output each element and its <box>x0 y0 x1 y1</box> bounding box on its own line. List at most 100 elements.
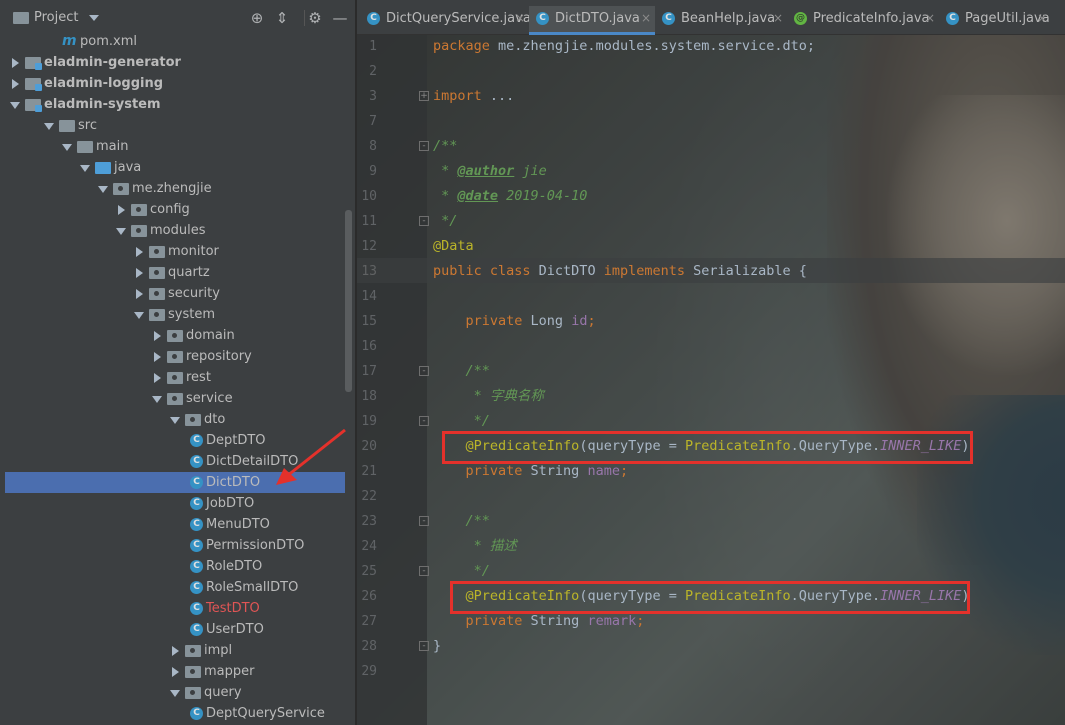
close-icon[interactable]: × <box>641 6 651 31</box>
code-line[interactable]: * @author jie <box>433 159 547 184</box>
collapse-all-icon[interactable]: ⇕ <box>273 9 291 27</box>
chevron-right-icon[interactable] <box>118 205 125 215</box>
code-line[interactable]: private String remark; <box>433 609 645 634</box>
tab-predicateinfo-java[interactable]: @ PredicateInfo.java × <box>787 6 939 35</box>
chevron-down-icon[interactable] <box>89 15 99 21</box>
tree-item-domain[interactable]: domain <box>5 325 345 346</box>
tree-item-dictdto[interactable]: C DictDTO <box>5 472 345 493</box>
code-line[interactable]: * @date 2019-04-10 <box>433 184 587 209</box>
chevron-down-icon[interactable] <box>134 312 144 319</box>
chevron-down-icon[interactable] <box>98 186 108 193</box>
chevron-down-icon[interactable] <box>62 144 72 151</box>
code-editor[interactable]: 123+78-91011-121314151617-1819-20212223-… <box>357 35 1065 725</box>
collapse-fold-icon[interactable]: - <box>419 141 429 151</box>
tab-dictqueryservice-java[interactable]: C DictQueryService.java × <box>360 6 531 35</box>
hide-panel-icon[interactable]: — <box>331 9 349 27</box>
tree-item-testdto[interactable]: C TestDTO <box>5 598 345 619</box>
settings-icon[interactable]: ⚙ <box>306 9 324 27</box>
code-line[interactable]: */ <box>433 209 457 234</box>
tree-item-dto[interactable]: dto <box>5 409 345 430</box>
tree-item-deptqueryservice[interactable]: C DeptQueryService <box>5 703 345 724</box>
tree-item-java[interactable]: java <box>5 157 345 178</box>
collapse-fold-icon[interactable]: - <box>419 516 429 526</box>
chevron-right-icon[interactable] <box>154 373 161 383</box>
chevron-right-icon[interactable] <box>136 247 143 257</box>
chevron-down-icon[interactable] <box>44 123 54 130</box>
code-line[interactable]: */ <box>433 559 490 584</box>
tree-item-query[interactable]: query <box>5 682 345 703</box>
close-icon[interactable]: × <box>1037 6 1047 31</box>
tree-item-security[interactable]: security <box>5 283 345 304</box>
project-view-selector[interactable]: Project <box>34 6 78 30</box>
tab-pageutil-java[interactable]: C PageUtil.java × <box>939 6 1051 35</box>
collapse-fold-icon[interactable]: - <box>419 641 429 651</box>
code-line[interactable]: /** <box>433 359 490 384</box>
tree-item-service[interactable]: service <box>5 388 345 409</box>
chevron-right-icon[interactable] <box>154 331 161 341</box>
code-line[interactable]: } <box>433 634 441 659</box>
tree-item-deptdto[interactable]: C DeptDTO <box>5 430 345 451</box>
tab-beanhelp-java[interactable]: C BeanHelp.java × <box>655 6 787 35</box>
tree-item-roledto[interactable]: C RoleDTO <box>5 556 345 577</box>
close-icon[interactable]: × <box>773 6 783 31</box>
locate-icon[interactable]: ⊕ <box>248 9 266 27</box>
tree-item-system[interactable]: system <box>5 304 345 325</box>
tree-item-rolesmalldto[interactable]: C RoleSmallDTO <box>5 577 345 598</box>
tree-item-repository[interactable]: repository <box>5 346 345 367</box>
chevron-right-icon[interactable] <box>136 289 143 299</box>
tree-item-quartz[interactable]: quartz <box>5 262 345 283</box>
code-line[interactable]: import ... <box>433 84 514 109</box>
tree-item-eladmin-system[interactable]: eladmin-system <box>5 94 345 115</box>
collapse-fold-icon[interactable]: - <box>419 416 429 426</box>
chevron-down-icon[interactable] <box>170 417 180 424</box>
chevron-right-icon[interactable] <box>154 352 161 362</box>
code-line[interactable]: @PredicateInfo(queryType = PredicateInfo… <box>433 434 970 459</box>
tree-item-me-zhengjie[interactable]: me.zhengjie <box>5 178 345 199</box>
close-icon[interactable]: × <box>925 6 935 31</box>
tree-item-userdto[interactable]: C UserDTO <box>5 619 345 640</box>
tree-item-mapper[interactable]: mapper <box>5 661 345 682</box>
chevron-right-icon[interactable] <box>12 58 19 68</box>
code-line[interactable]: /** <box>433 509 490 534</box>
chevron-down-icon[interactable] <box>152 396 162 403</box>
code-line[interactable]: @Data <box>433 234 474 259</box>
line-number-gutter[interactable]: 123+78-91011-121314151617-1819-20212223-… <box>357 35 429 725</box>
chevron-right-icon[interactable] <box>172 667 179 677</box>
chevron-right-icon[interactable] <box>12 79 19 89</box>
tree-item-rest[interactable]: rest <box>5 367 345 388</box>
tab-dictdto-java[interactable]: C DictDTO.java × <box>529 6 655 35</box>
chevron-down-icon[interactable] <box>10 102 20 109</box>
chevron-right-icon[interactable] <box>136 268 143 278</box>
code-line[interactable]: package me.zhengjie.modules.system.servi… <box>433 35 815 59</box>
chevron-down-icon[interactable] <box>170 690 180 697</box>
collapse-fold-icon[interactable]: - <box>419 566 429 576</box>
code-line[interactable]: private String name; <box>433 459 629 484</box>
code-line[interactable]: * 字典名称 <box>433 384 544 409</box>
tree-item-pom-xml[interactable]: m pom.xml <box>5 31 345 52</box>
tree-item-permissiondto[interactable]: C PermissionDTO <box>5 535 345 556</box>
tree-item-jobdto[interactable]: C JobDTO <box>5 493 345 514</box>
code-line[interactable]: * 描述 <box>433 534 517 559</box>
expand-fold-icon[interactable]: + <box>419 91 429 101</box>
tree-item-main[interactable]: main <box>5 136 345 157</box>
code-line[interactable]: /** <box>433 134 457 159</box>
code-line[interactable]: @PredicateInfo(queryType = PredicateInfo… <box>433 584 970 609</box>
tree-item-eladmin-generator[interactable]: eladmin-generator <box>5 52 345 73</box>
tree-item-src[interactable]: src <box>5 115 345 136</box>
tree-item-monitor[interactable]: monitor <box>5 241 345 262</box>
chevron-down-icon[interactable] <box>80 165 90 172</box>
collapse-fold-icon[interactable]: - <box>419 216 429 226</box>
tree-item-menudto[interactable]: C MenuDTO <box>5 514 345 535</box>
code-line[interactable]: */ <box>433 409 490 434</box>
collapse-fold-icon[interactable]: - <box>419 366 429 376</box>
tree-item-dictdetaildto[interactable]: C DictDetailDTO <box>5 451 345 472</box>
tree-item-modules[interactable]: modules <box>5 220 345 241</box>
close-icon[interactable]: × <box>515 6 525 31</box>
chevron-right-icon[interactable] <box>172 646 179 656</box>
code-line[interactable]: private Long id; <box>433 309 596 334</box>
tree-item-impl[interactable]: impl <box>5 640 345 661</box>
code-line[interactable]: public class DictDTO implements Serializ… <box>433 259 807 284</box>
tree-item-config[interactable]: config <box>5 199 345 220</box>
tree-scrollbar[interactable] <box>345 210 352 392</box>
chevron-down-icon[interactable] <box>116 228 126 235</box>
